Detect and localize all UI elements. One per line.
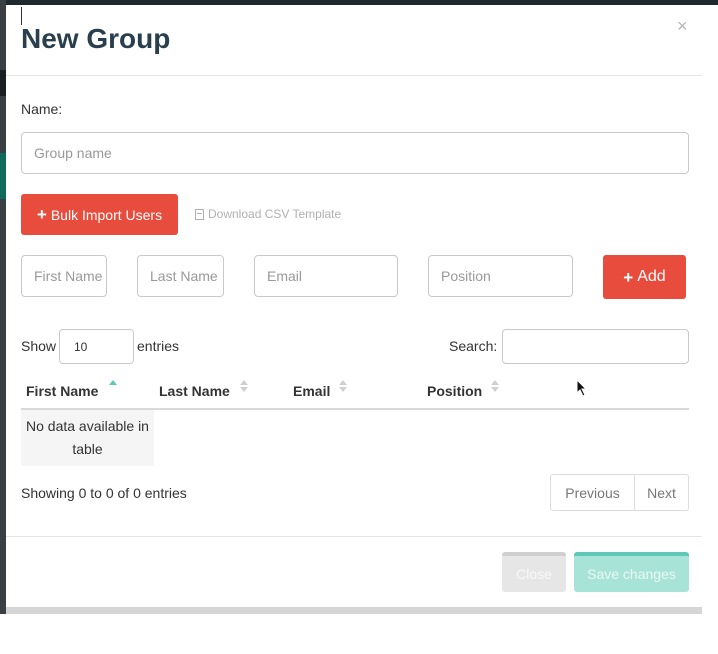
pagination: Previous Next (550, 474, 689, 511)
close-button[interactable]: Close (502, 552, 566, 592)
mouse-cursor-icon (576, 379, 588, 397)
sort-icon (240, 380, 248, 394)
email-input[interactable]: Email (254, 255, 398, 297)
add-button[interactable]: + Add (603, 255, 686, 299)
column-header-label: First Name (26, 383, 99, 399)
entries-label: entries (137, 338, 180, 354)
column-header-position[interactable]: Position (427, 380, 499, 399)
download-csv-template-link[interactable]: Download CSV Template (195, 207, 341, 221)
show-label: Show (21, 338, 57, 354)
table-info: Showing 0 to 0 of 0 entries (21, 485, 187, 501)
column-header-label: Email (293, 383, 331, 399)
plus-icon: + (623, 267, 634, 287)
sort-asc-icon (109, 380, 117, 394)
next-page-button[interactable]: Next (635, 475, 688, 510)
new-group-modal: New Group × Name: Group name + Bulk Impo… (6, 5, 702, 607)
entries-per-page-select[interactable]: 10 (59, 329, 134, 364)
download-csv-label: Download CSV Template (208, 207, 342, 221)
plus-icon: + (36, 205, 47, 224)
file-icon (195, 208, 204, 220)
modal-header: New Group × (6, 5, 702, 76)
position-input[interactable]: Position (428, 255, 573, 297)
sort-icon (491, 380, 499, 394)
close-icon[interactable]: × (677, 17, 688, 35)
column-header-email[interactable]: Email (293, 380, 347, 399)
first-name-input[interactable]: First Name (21, 255, 107, 297)
name-label: Name: (21, 101, 63, 117)
empty-table-message: No data available in table (21, 410, 154, 466)
last-name-input[interactable]: Last Name (137, 255, 224, 297)
modal-shadow (6, 607, 702, 614)
group-name-input[interactable]: Group name (21, 132, 689, 174)
column-header-label: Position (427, 383, 483, 399)
add-label: Add (637, 268, 666, 285)
search-label: Search: (449, 338, 498, 354)
column-header-first-name[interactable]: First Name (26, 380, 117, 399)
bulk-import-users-button[interactable]: + Bulk Import Users (21, 194, 178, 235)
save-changes-button[interactable]: Save changes (574, 552, 689, 592)
column-header-label: Last Name (159, 383, 230, 399)
modal-footer-divider (6, 536, 702, 537)
bulk-import-label: Bulk Import Users (50, 206, 163, 223)
column-header-last-name[interactable]: Last Name (159, 380, 248, 399)
sort-icon (339, 380, 347, 394)
search-input[interactable] (502, 329, 689, 364)
modal-title: New Group (21, 23, 171, 54)
previous-page-button[interactable]: Previous (551, 475, 635, 510)
